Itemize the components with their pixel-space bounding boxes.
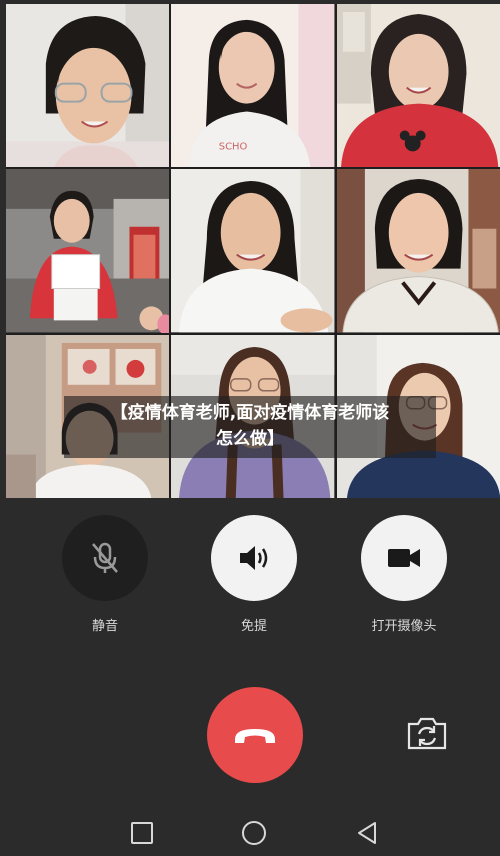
video-tile[interactable]: [6, 169, 170, 333]
title-line-2: 怎么做】: [216, 429, 284, 449]
video-tile[interactable]: [171, 169, 335, 333]
svg-text:SCHO: SCHO: [219, 141, 248, 152]
circle-icon: [242, 821, 266, 845]
speaker-icon: [240, 546, 268, 570]
camera-button[interactable]: [361, 515, 447, 601]
mic-off-icon: [92, 542, 118, 573]
speaker-control: 免提: [194, 515, 314, 634]
recents-button[interactable]: [127, 818, 157, 848]
switch-camera-icon: [407, 717, 447, 750]
video-tile[interactable]: SCHO: [171, 4, 335, 168]
back-triangle-icon: [358, 822, 376, 844]
call-controls: 静音 免提 打开摄像头: [0, 515, 500, 635]
speaker-button[interactable]: [211, 515, 297, 601]
navigation-bar: [0, 812, 500, 856]
video-tile[interactable]: [336, 169, 500, 333]
phone-hangup-icon: [235, 729, 275, 743]
participant-video: SCHO: [171, 4, 335, 168]
participant-video: [6, 169, 170, 333]
video-camera-icon: [388, 549, 420, 567]
speaker-label: 免提: [240, 619, 267, 634]
participant-video: [6, 4, 170, 168]
mute-label: 静音: [91, 619, 118, 634]
title-banner: 【疫情体育老师,面对疫情体育老师该 怎么做】: [64, 396, 436, 458]
switch-camera-button[interactable]: [405, 715, 449, 751]
camera-label: 打开摄像头: [371, 619, 437, 634]
camera-control: 打开摄像头: [344, 515, 464, 634]
home-button[interactable]: [239, 818, 269, 848]
title-line-1: 【疫情体育老师,面对疫情体育老师该: [110, 403, 390, 423]
video-tile[interactable]: [336, 4, 500, 168]
participant-video: [336, 4, 500, 168]
back-button[interactable]: [352, 818, 382, 848]
video-tile[interactable]: [6, 4, 170, 168]
end-call-button[interactable]: [207, 687, 303, 783]
square-icon: [131, 822, 153, 844]
mute-control: 静音: [45, 515, 165, 634]
participant-video: [336, 169, 500, 333]
mute-button[interactable]: [62, 515, 148, 601]
participant-video: [171, 169, 335, 333]
